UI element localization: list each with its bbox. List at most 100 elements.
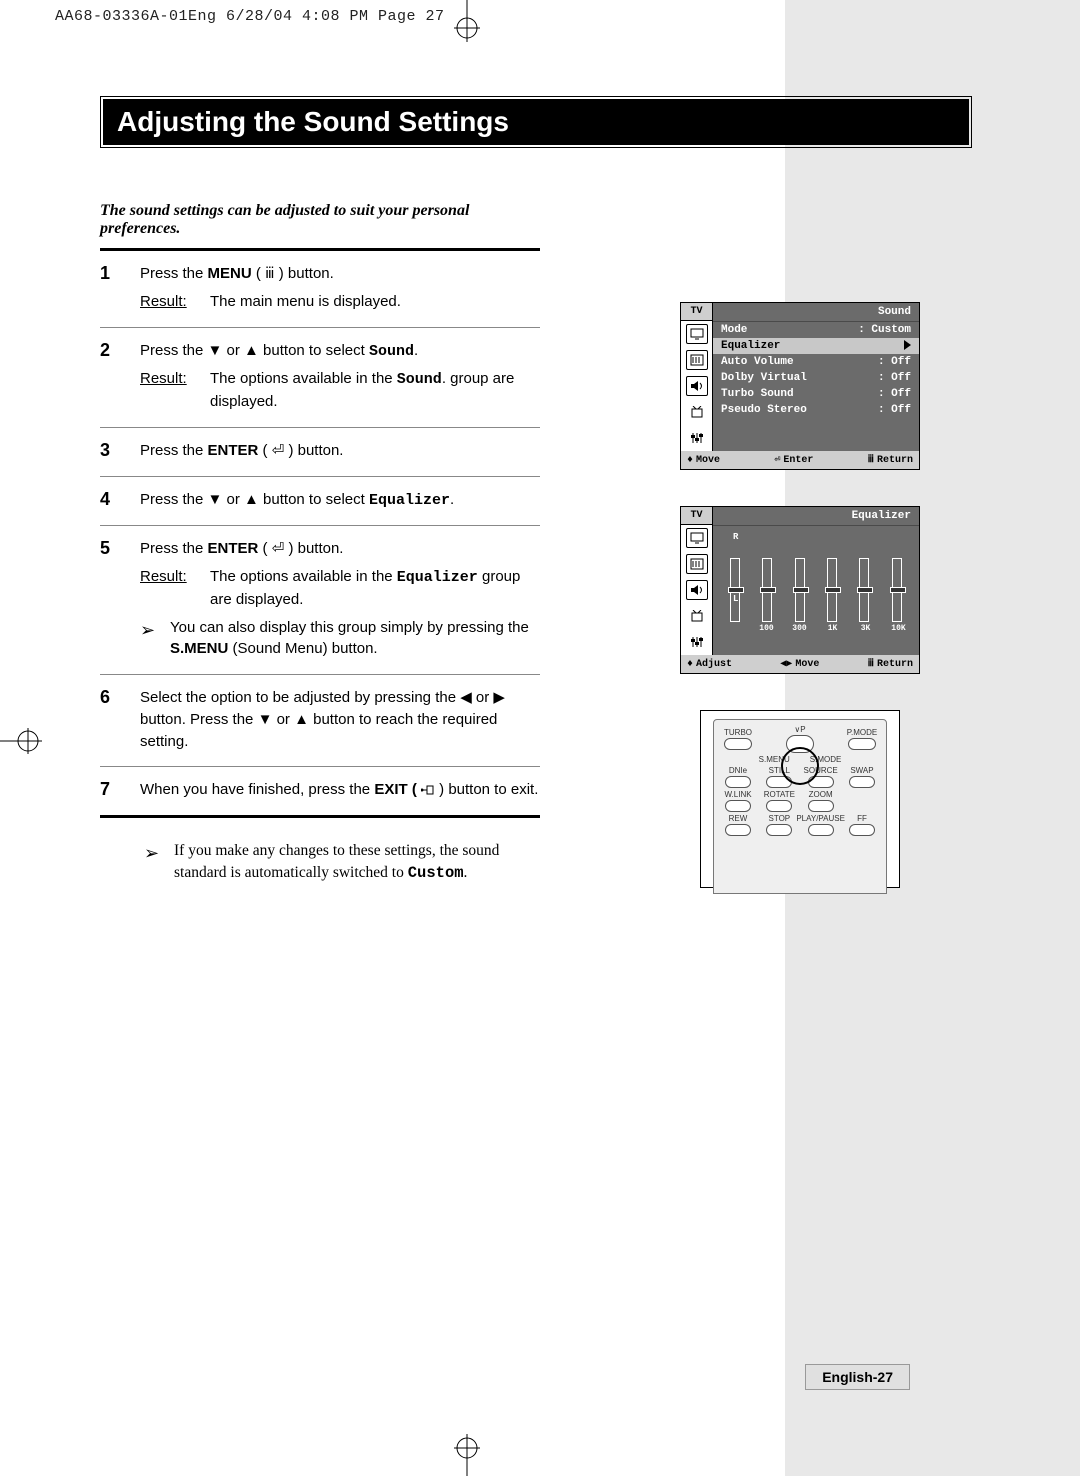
return-hint: ⅲ Return — [868, 658, 913, 670]
step-7: 7 When you have finished, press the EXIT… — [100, 767, 540, 818]
right-label: R — [733, 532, 738, 542]
picture-icon — [686, 350, 708, 370]
text: Press the — [140, 265, 208, 282]
setup-icon — [686, 632, 708, 652]
input-icon — [686, 528, 708, 548]
sound-label: Sound — [369, 343, 414, 360]
intro-text: The sound settings can be adjusted to su… — [100, 202, 540, 251]
equalizer-label: Equalizer — [397, 569, 478, 586]
text: When you have finished, press the — [140, 781, 374, 798]
osd-row: Turbo Sound: Off — [713, 386, 919, 402]
remote-row: TURBO ∨P P.MODE — [720, 726, 880, 753]
eq-slider — [859, 558, 869, 622]
osd-row: Dolby Virtual: Off — [713, 370, 919, 386]
pointer-icon: ➢ — [140, 617, 170, 661]
sound-icon — [686, 376, 708, 396]
osd-footer: ♦ Adjust ◀▶ Move ⅲ Return — [681, 655, 919, 673]
remote-row: DNIe STILL SOURCE SWAP — [720, 767, 880, 788]
smenu-label: S.MENU — [170, 640, 228, 657]
enter-hint: ⏎ Enter — [774, 454, 813, 466]
text: . — [464, 864, 468, 881]
move-hint: ♦ Move — [687, 454, 720, 466]
arrow-right-icon — [904, 340, 911, 350]
step-4: 4 Press the ▼ or ▲ button to select Equa… — [100, 477, 540, 527]
exit-label: EXIT ( — [374, 781, 421, 798]
input-icon — [686, 324, 708, 344]
move-hint: ◀▶ Move — [780, 658, 819, 670]
registration-mark-left-icon — [0, 726, 42, 756]
text: Select the option to be adjusted by pres… — [140, 687, 540, 752]
registration-mark-bottom-icon — [452, 1434, 482, 1476]
text: Press the ▼ or ▲ button to select — [140, 342, 369, 359]
adjust-hint: ♦ Adjust — [687, 658, 732, 670]
steps-list: 1 Press the MENU ( ⅲ ) button. Result:Th… — [100, 251, 540, 818]
text: ) button to exit. — [435, 781, 538, 798]
text: Press the — [140, 540, 208, 557]
return-hint: ⅲ Return — [868, 454, 913, 466]
osd-illustrations: TV Sound Mode: Custom Equalizer Auto Vol… — [680, 302, 920, 888]
text: . — [414, 342, 418, 359]
osd-sidebar: TV — [681, 303, 713, 451]
text: (Sound Menu) button. — [228, 640, 377, 657]
enter-label: ENTER — [208, 442, 259, 459]
step-number: 3 — [100, 440, 140, 462]
registration-mark-top-icon — [452, 0, 482, 42]
eq-slider — [827, 558, 837, 622]
osd-sidebar: TV — [681, 507, 713, 655]
result-label: Result: — [140, 291, 210, 313]
osd-sound-menu: TV Sound Mode: Custom Equalizer Auto Vol… — [680, 302, 920, 470]
osd-row: Pseudo Stereo: Off — [713, 402, 919, 418]
text: ( ⏎ ) button. — [258, 442, 343, 459]
eq-slider — [892, 558, 902, 622]
osd-title: Sound — [713, 303, 919, 322]
step-2: 2 Press the ▼ or ▲ button to select Soun… — [100, 328, 540, 428]
step-3: 3 Press the ENTER ( ⏎ ) button. — [100, 428, 540, 477]
text: The options available in the — [210, 370, 397, 387]
sound-icon — [686, 580, 708, 600]
result-label: Result: — [140, 368, 210, 413]
text: ( ⏎ ) button. — [258, 540, 343, 557]
eq-slider — [795, 558, 805, 622]
tv-label: TV — [681, 507, 712, 525]
equalizer-label: Equalizer — [369, 492, 450, 509]
channel-icon — [686, 402, 708, 422]
setup-icon — [686, 428, 708, 448]
equalizer-sliders: R L — [713, 526, 919, 622]
text: Press the — [140, 442, 208, 459]
text: . — [450, 491, 454, 508]
step-number: 5 — [100, 538, 140, 660]
remote-illustration: TURBO ∨P P.MODE S.MENU S.MODE DNIe STILL… — [700, 710, 900, 888]
text: You can also display this group simply b… — [170, 619, 529, 636]
osd-row-selected: Equalizer — [713, 338, 919, 354]
step-6: 6 Select the option to be adjusted by pr… — [100, 675, 540, 767]
tv-label: TV — [681, 303, 712, 321]
sound-label: Sound — [397, 371, 442, 388]
menu-label: MENU — [208, 265, 252, 282]
step-5: 5 Press the ENTER ( ⏎ ) button. Result:T… — [100, 526, 540, 675]
footnote: ➢ If you make any changes to these setti… — [100, 840, 540, 885]
enter-label: ENTER — [208, 540, 259, 557]
remote-row: W.LINK ROTATE ZOOM — [720, 791, 880, 812]
title-box: Adjusting the Sound Settings — [100, 96, 972, 148]
osd-title: Equalizer — [713, 507, 919, 526]
custom-label: Custom — [408, 864, 464, 882]
picture-icon — [686, 554, 708, 574]
osd-row: Mode: Custom — [713, 322, 919, 338]
result-label: Result: — [140, 566, 210, 611]
text: The options available in the — [210, 568, 397, 585]
text: ( ⅲ ) button. — [252, 265, 334, 282]
print-header: AA68-03336A-01Eng 6/28/04 4:08 PM Page 2… — [55, 8, 445, 25]
step-number: 6 — [100, 687, 140, 752]
channel-icon — [686, 606, 708, 626]
osd-row: Auto Volume: Off — [713, 354, 919, 370]
result-text: The main menu is displayed. — [210, 291, 401, 313]
remote-row: REW STOP PLAY/PAUSE FF — [720, 815, 880, 836]
eq-slider — [762, 558, 772, 622]
step-number: 4 — [100, 489, 140, 512]
step-number: 2 — [100, 340, 140, 413]
eq-slider — [730, 558, 740, 622]
page-number: English-27 — [805, 1364, 910, 1390]
remote-row: S.MENU S.MODE — [720, 756, 880, 764]
pointer-icon: ➢ — [144, 840, 174, 885]
eq-freq-labels: 100 300 1K 3K 10K — [713, 622, 919, 639]
